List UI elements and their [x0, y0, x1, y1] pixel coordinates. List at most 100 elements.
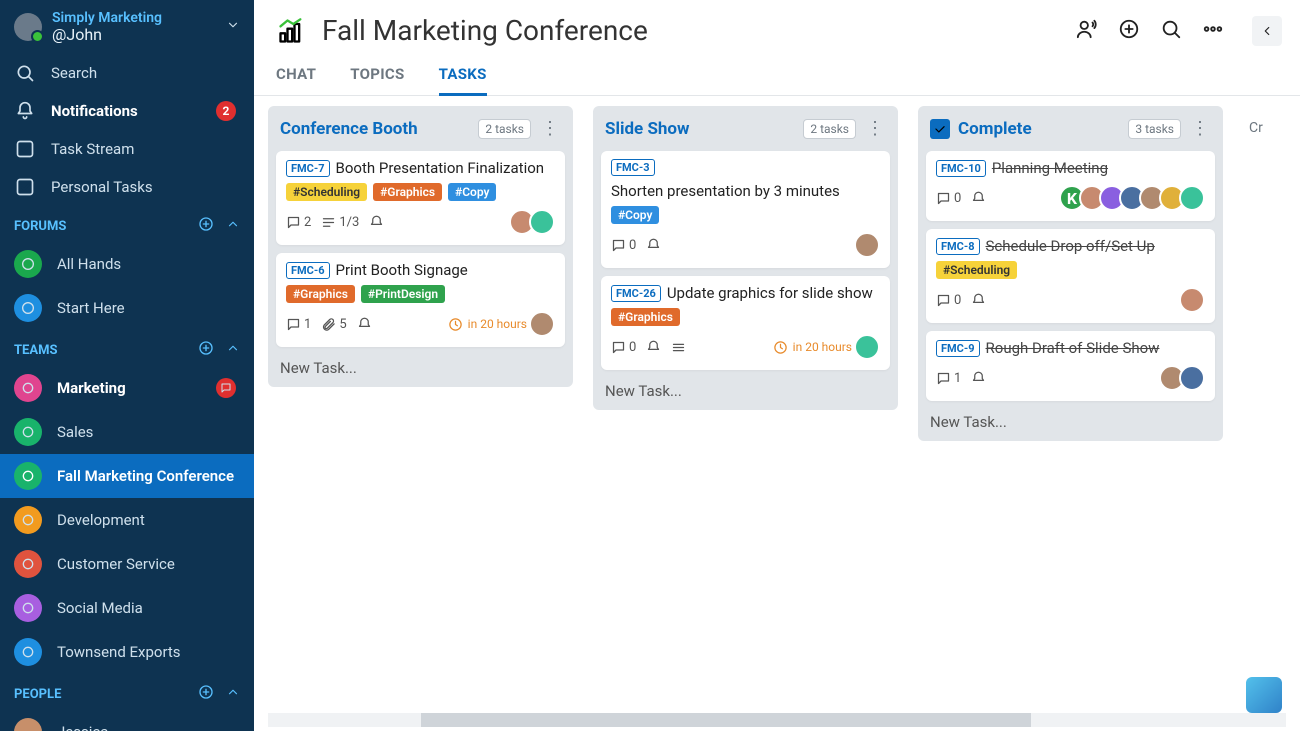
- task-id[interactable]: FMC-26: [611, 285, 661, 302]
- column-title[interactable]: Complete: [958, 119, 1120, 139]
- presence-icon[interactable]: [1076, 18, 1098, 44]
- add-team-icon[interactable]: [198, 340, 214, 360]
- collapse-people-icon[interactable]: [226, 685, 240, 703]
- task-card[interactable]: FMC-9Rough Draft of Slide Show 1: [926, 331, 1215, 401]
- team-label: Customer Service: [57, 555, 240, 573]
- nav-personal-tasks[interactable]: Personal Tasks: [0, 168, 254, 206]
- new-task-input[interactable]: New Task...: [601, 378, 890, 402]
- tag-list: #Scheduling #Graphics #Copy: [286, 183, 555, 201]
- column-task-count: 2 tasks: [478, 119, 531, 139]
- tab-topics[interactable]: TOPICS: [350, 65, 404, 95]
- assignee-avatars[interactable]: K: [1065, 185, 1205, 211]
- column-title[interactable]: Slide Show: [605, 119, 795, 139]
- comments-count[interactable]: 1: [286, 317, 311, 332]
- task-id[interactable]: FMC-8: [936, 238, 980, 255]
- task-id[interactable]: FMC-6: [286, 262, 330, 279]
- task-id[interactable]: FMC-7: [286, 160, 330, 177]
- task-board[interactable]: Conference Booth 2 tasks ⋮ FMC-7Booth Pr…: [254, 96, 1300, 713]
- new-task-input[interactable]: New Task...: [926, 409, 1215, 433]
- column-menu-icon[interactable]: ⋮: [539, 118, 561, 139]
- attachment-count[interactable]: 5: [321, 317, 346, 332]
- tag[interactable]: #PrintDesign: [361, 285, 445, 303]
- bell-icon[interactable]: [357, 317, 372, 332]
- new-task-input[interactable]: New Task...: [276, 355, 565, 379]
- team-icon: [14, 594, 42, 622]
- more-icon[interactable]: [1202, 18, 1224, 44]
- task-id[interactable]: FMC-10: [936, 160, 986, 177]
- comments-count[interactable]: 0: [936, 191, 961, 206]
- assignee-avatars[interactable]: [860, 232, 880, 258]
- assignee-avatars[interactable]: [860, 334, 880, 360]
- list-icon[interactable]: [671, 340, 686, 355]
- team-item[interactable]: Marketing: [0, 366, 254, 410]
- nav-label: Search: [51, 64, 240, 82]
- task-card[interactable]: FMC-26Update graphics for slide show #Gr…: [601, 276, 890, 370]
- person-item[interactable]: Jessica: [0, 710, 254, 731]
- card-meta: 0: [936, 293, 986, 308]
- add-person-icon[interactable]: [198, 684, 214, 704]
- search-icon[interactable]: [1160, 18, 1182, 44]
- tag[interactable]: #Graphics: [286, 285, 355, 303]
- comments-count[interactable]: 2: [286, 215, 311, 230]
- collapse-forums-icon[interactable]: [226, 217, 240, 235]
- task-card[interactable]: FMC-10Planning Meeting 0K: [926, 151, 1215, 221]
- bell-icon[interactable]: [646, 340, 661, 355]
- nav-task-stream[interactable]: Task Stream: [0, 130, 254, 168]
- chevron-down-icon[interactable]: [226, 18, 240, 36]
- task-card[interactable]: FMC-8Schedule Drop off/Set Up #Schedulin…: [926, 229, 1215, 323]
- comments-count[interactable]: 0: [611, 340, 636, 355]
- assignee-avatars[interactable]: [1185, 287, 1205, 313]
- team-item[interactable]: Social Media: [0, 586, 254, 630]
- team-item[interactable]: Townsend Exports: [0, 630, 254, 674]
- profile-switcher[interactable]: Simply Marketing @John: [0, 0, 254, 54]
- tabs: CHAT TOPICS TASKS: [254, 47, 1300, 96]
- assignee-avatars[interactable]: [515, 209, 555, 235]
- task-card[interactable]: FMC-6 Print Booth Signage #Graphics #Print…: [276, 253, 565, 347]
- team-item[interactable]: Sales: [0, 410, 254, 454]
- add-icon[interactable]: [1118, 18, 1140, 44]
- team-item[interactable]: Customer Service: [0, 542, 254, 586]
- column-menu-icon[interactable]: ⋮: [864, 118, 886, 139]
- horizontal-scrollbar[interactable]: [268, 713, 1286, 727]
- nav-search[interactable]: Search: [0, 54, 254, 92]
- create-column[interactable]: Cr: [1243, 106, 1283, 136]
- team-label: Townsend Exports: [57, 643, 240, 661]
- collapse-panel-button[interactable]: [1252, 16, 1282, 46]
- bell-icon[interactable]: [971, 191, 986, 206]
- add-forum-icon[interactable]: [198, 216, 214, 236]
- tag[interactable]: #Copy: [448, 183, 496, 201]
- team-item[interactable]: Development: [0, 498, 254, 542]
- tag[interactable]: #Scheduling: [936, 261, 1017, 279]
- nav-notifications[interactable]: Notifications 2: [0, 92, 254, 130]
- bell-icon[interactable]: [971, 371, 986, 386]
- avatar: [529, 311, 555, 337]
- column-title[interactable]: Conference Booth: [280, 119, 470, 139]
- task-id[interactable]: FMC-3: [611, 159, 655, 176]
- tag[interactable]: #Scheduling: [286, 183, 367, 201]
- comments-count[interactable]: 1: [936, 371, 961, 386]
- profile-handle: @John: [52, 26, 216, 44]
- tab-tasks[interactable]: TASKS: [439, 65, 487, 96]
- task-card[interactable]: FMC-3Shorten presentation by 3 minutes #…: [601, 151, 890, 268]
- task-card[interactable]: FMC-7Booth Presentation Finalization #Sc…: [276, 151, 565, 245]
- forum-item[interactable]: All Hands: [0, 242, 254, 286]
- bell-icon[interactable]: [971, 293, 986, 308]
- column-menu-icon[interactable]: ⋮: [1189, 118, 1211, 139]
- forum-item[interactable]: Start Here: [0, 286, 254, 330]
- tag[interactable]: #Copy: [611, 206, 659, 224]
- task-id[interactable]: FMC-9: [936, 340, 980, 357]
- bell-icon[interactable]: [646, 238, 661, 253]
- tag[interactable]: #Graphics: [373, 183, 442, 201]
- section-title: FORUMS: [14, 219, 66, 234]
- task-title: Print Booth Signage: [336, 261, 468, 279]
- comments-count[interactable]: 0: [611, 238, 636, 253]
- assignee-avatars[interactable]: [535, 311, 555, 337]
- bell-icon[interactable]: [369, 215, 384, 230]
- comments-count[interactable]: 0: [936, 293, 961, 308]
- collapse-teams-icon[interactable]: [226, 341, 240, 359]
- tag[interactable]: #Graphics: [611, 308, 680, 326]
- checklist-progress[interactable]: 1/3: [321, 215, 359, 230]
- team-item[interactable]: Fall Marketing Conference: [0, 454, 254, 498]
- tab-chat[interactable]: CHAT: [276, 65, 316, 95]
- assignee-avatars[interactable]: [1165, 365, 1205, 391]
